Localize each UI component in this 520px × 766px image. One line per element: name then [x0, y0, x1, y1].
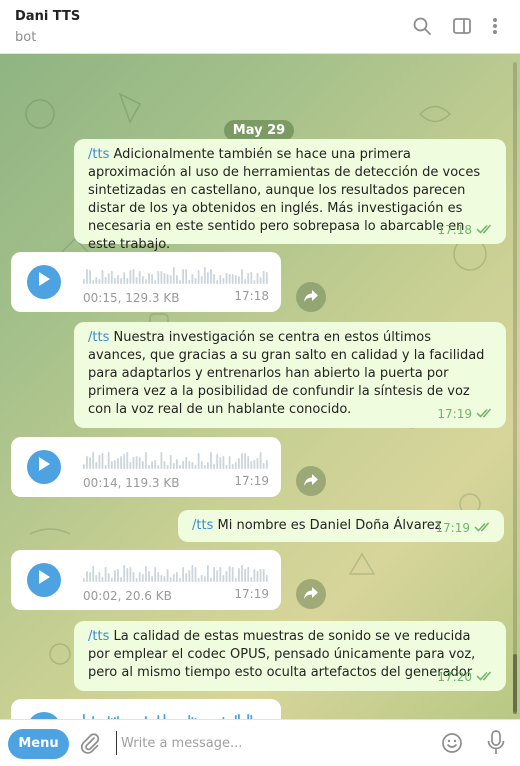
forward-share-button[interactable] [296, 579, 326, 609]
bot-command-link[interactable]: /tts [88, 147, 109, 162]
chat-header: Dani TTS bot [0, 0, 520, 54]
more-vertical-icon[interactable] [484, 15, 506, 37]
waveform[interactable] [83, 562, 273, 582]
voice-duration-size: 00:14, 119.3 KB [83, 474, 179, 492]
message-body: Nuestra investigación se centra en estos… [88, 330, 489, 417]
play-icon [37, 569, 51, 591]
scrollbar-thumb[interactable] [513, 654, 517, 714]
message-meta: 17:19 [435, 519, 492, 537]
menu-button[interactable]: Menu [8, 729, 69, 759]
voice-duration-size: 00:15, 129.3 KB [83, 289, 179, 307]
play-icon [37, 271, 51, 293]
chat-subtitle: bot [15, 30, 37, 45]
forward-share-button[interactable] [296, 466, 326, 496]
search-icon[interactable] [411, 15, 433, 37]
play-button[interactable] [27, 563, 61, 597]
emoji-icon[interactable] [441, 732, 463, 754]
double-check-icon [474, 519, 492, 537]
forward-icon [303, 288, 319, 307]
message-meta: 17:20 [437, 668, 494, 686]
play-icon [37, 456, 51, 478]
message-body: Mi nombre es Daniel Doña Álvarez [213, 518, 442, 533]
message-time: 17:20 [437, 670, 472, 684]
double-check-icon [476, 405, 494, 423]
waveform[interactable] [83, 264, 273, 284]
message-body: Adicionalmente también se hace una prime… [88, 147, 485, 252]
voice-info-text: 00:14, 119.3 KB [83, 476, 180, 490]
message-meta: 17:18 [437, 221, 494, 239]
message-text: /tts Adicionalmente también se hace una … [88, 146, 492, 254]
message-time: 17:18 [234, 289, 269, 303]
play-button[interactable] [27, 450, 61, 484]
message-text: /tts Nuestra investigación se centra en … [88, 329, 492, 419]
bot-command-link[interactable]: /tts [88, 629, 109, 644]
voice-message[interactable]: 00:14, 119.3 KB 17:19 [11, 437, 281, 497]
message-time: 17:19 [234, 474, 269, 488]
voice-message[interactable]: 00:15, 129.3 KB 17:18 [11, 252, 281, 312]
outgoing-message[interactable]: /tts Mi nombre es Daniel Doña Álvarez 17… [178, 510, 504, 542]
waveform[interactable] [83, 449, 273, 469]
bot-command-link[interactable]: /tts [88, 330, 109, 345]
outgoing-message[interactable]: /tts La calidad de estas muestras de son… [74, 621, 506, 691]
chat-title[interactable]: Dani TTS [15, 9, 80, 24]
message-input[interactable] [116, 731, 416, 755]
voice-duration-size: 00:02, 20.6 KB [83, 587, 172, 605]
message-time: 17:19 [234, 587, 269, 601]
sidebar-toggle-icon[interactable] [451, 15, 473, 37]
voice-info-text: 00:02, 20.6 KB [83, 589, 172, 603]
voice-message[interactable]: 00:02, 20.6 KB 17:19 [11, 550, 281, 610]
outgoing-message[interactable]: /tts Adicionalmente también se hace una … [74, 139, 506, 252]
forward-icon [303, 472, 319, 491]
play-button[interactable] [27, 265, 61, 299]
scrollbar-track[interactable] [513, 62, 517, 712]
message-meta: 17:19 [437, 405, 494, 423]
message-time: 17:19 [437, 407, 472, 421]
message-time: 17:19 [435, 521, 470, 535]
forward-icon [303, 585, 319, 604]
double-check-icon [476, 221, 494, 239]
double-check-icon [476, 668, 494, 686]
message-body: La calidad de estas muestras de sonido s… [88, 629, 480, 680]
message-text: /tts La calidad de estas muestras de son… [88, 628, 492, 682]
message-composer: Menu [0, 719, 520, 766]
forward-share-button[interactable] [296, 282, 326, 312]
message-time: 17:18 [437, 223, 472, 237]
outgoing-message[interactable]: /tts Nuestra investigación se centra en … [74, 322, 506, 428]
date-separator: May 29 [224, 120, 294, 141]
bot-command-link[interactable]: /tts [192, 518, 213, 533]
microphone-icon[interactable] [486, 730, 506, 756]
voice-info-text: 00:15, 129.3 KB [83, 291, 180, 305]
attach-paperclip-icon[interactable] [79, 732, 101, 754]
